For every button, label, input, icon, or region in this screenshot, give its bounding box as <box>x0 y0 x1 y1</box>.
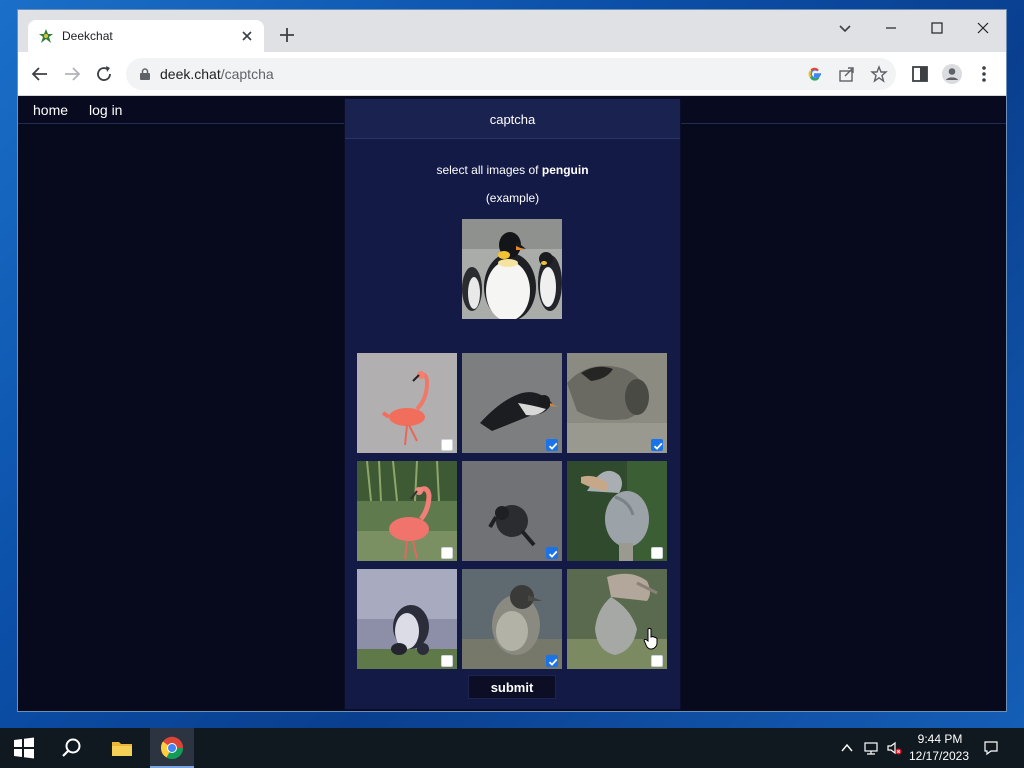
profile-avatar-icon[interactable] <box>941 63 963 85</box>
address-bar[interactable]: deek.chat/captcha <box>126 58 896 90</box>
captcha-tile-1[interactable] <box>357 353 457 453</box>
captcha-panel: captcha select all images of penguin (ex… <box>345 99 680 709</box>
captcha-tile-4[interactable] <box>357 461 457 561</box>
checkmark-icon <box>548 442 558 450</box>
tab-title: Deekchat <box>62 29 113 43</box>
captcha-tile-9[interactable] <box>567 569 667 669</box>
tab-strip: Deekchat <box>18 10 1006 52</box>
captcha-tile-6[interactable] <box>567 461 667 561</box>
captcha-tile-2[interactable] <box>462 353 562 453</box>
url-text: deek.chat/captcha <box>160 66 274 82</box>
submit-button[interactable]: submit <box>468 675 556 699</box>
network-icon[interactable] <box>863 740 879 756</box>
clock-date[interactable]: 12/17/2023 <box>906 749 972 763</box>
tile-1-checkbox[interactable] <box>441 439 453 451</box>
new-tab-icon[interactable] <box>277 25 297 45</box>
bookmark-star-icon[interactable] <box>870 65 888 83</box>
reload-icon[interactable] <box>93 63 115 85</box>
nav-home-link[interactable]: home <box>33 102 68 118</box>
instruction-prefix: select all images of <box>436 163 542 177</box>
tile-9-checkbox[interactable] <box>651 655 663 667</box>
hand-pointer-cursor-icon <box>643 628 658 650</box>
minimize-icon[interactable] <box>879 16 903 40</box>
windows-start-icon[interactable] <box>12 736 36 760</box>
deekchat-favicon-icon <box>39 29 53 43</box>
instruction-target: penguin <box>541 163 589 177</box>
taskbar: 9:44 PM 12/17/2023 <box>0 728 1024 768</box>
tab-search-chevron-icon[interactable] <box>833 16 857 40</box>
captcha-tile-5[interactable] <box>462 461 562 561</box>
volume-muted-icon[interactable] <box>886 740 902 756</box>
captcha-tile-7[interactable] <box>357 569 457 669</box>
search-icon[interactable] <box>60 736 84 760</box>
checkmark-icon <box>653 442 663 450</box>
tile-5-checkbox[interactable] <box>546 547 558 559</box>
url-host: deek.chat <box>160 66 221 82</box>
notification-center-icon[interactable] <box>983 740 999 756</box>
checkmark-icon <box>548 658 558 666</box>
tile-8-checkbox[interactable] <box>546 655 558 667</box>
captcha-title: captcha <box>489 112 536 127</box>
maximize-icon[interactable] <box>925 16 949 40</box>
close-tab-icon[interactable] <box>238 27 256 45</box>
tile-3-checkbox[interactable] <box>651 439 663 451</box>
browser-window: Deekchat deek.chat/captcha home log in c… <box>18 10 1006 711</box>
browser-toolbar: deek.chat/captcha <box>18 52 1006 96</box>
captcha-grid <box>357 353 669 671</box>
example-penguin-image <box>462 219 562 319</box>
nav-login-link[interactable]: log in <box>89 102 122 118</box>
captcha-header: captcha <box>345 99 680 139</box>
forward-arrow-icon[interactable] <box>61 63 83 85</box>
clock-time[interactable]: 9:44 PM <box>912 732 968 746</box>
captcha-instruction: select all images of penguin <box>345 163 680 177</box>
menu-kebab-icon[interactable] <box>973 63 995 85</box>
chrome-taskbar-button[interactable] <box>150 728 194 768</box>
captcha-tile-8[interactable] <box>462 569 562 669</box>
tile-6-checkbox[interactable] <box>651 547 663 559</box>
tile-4-checkbox[interactable] <box>441 547 453 559</box>
close-window-icon[interactable] <box>971 16 995 40</box>
file-explorer-icon[interactable] <box>110 736 134 760</box>
side-panel-icon[interactable] <box>909 63 931 85</box>
example-label: (example) <box>485 191 540 205</box>
captcha-tile-3[interactable] <box>567 353 667 453</box>
tray-chevron-up-icon[interactable] <box>839 740 855 756</box>
tile-2-checkbox[interactable] <box>546 439 558 451</box>
checkmark-icon <box>548 550 558 558</box>
tab-deekchat[interactable]: Deekchat <box>28 20 264 52</box>
lock-icon[interactable] <box>138 67 152 81</box>
page-content: home log in captcha select all images of… <box>18 97 1006 711</box>
tile-7-checkbox[interactable] <box>441 655 453 667</box>
google-icon[interactable] <box>806 65 824 83</box>
back-arrow-icon[interactable] <box>29 63 51 85</box>
chrome-icon <box>161 736 184 759</box>
url-path: /captcha <box>220 66 274 82</box>
share-icon[interactable] <box>838 65 856 83</box>
